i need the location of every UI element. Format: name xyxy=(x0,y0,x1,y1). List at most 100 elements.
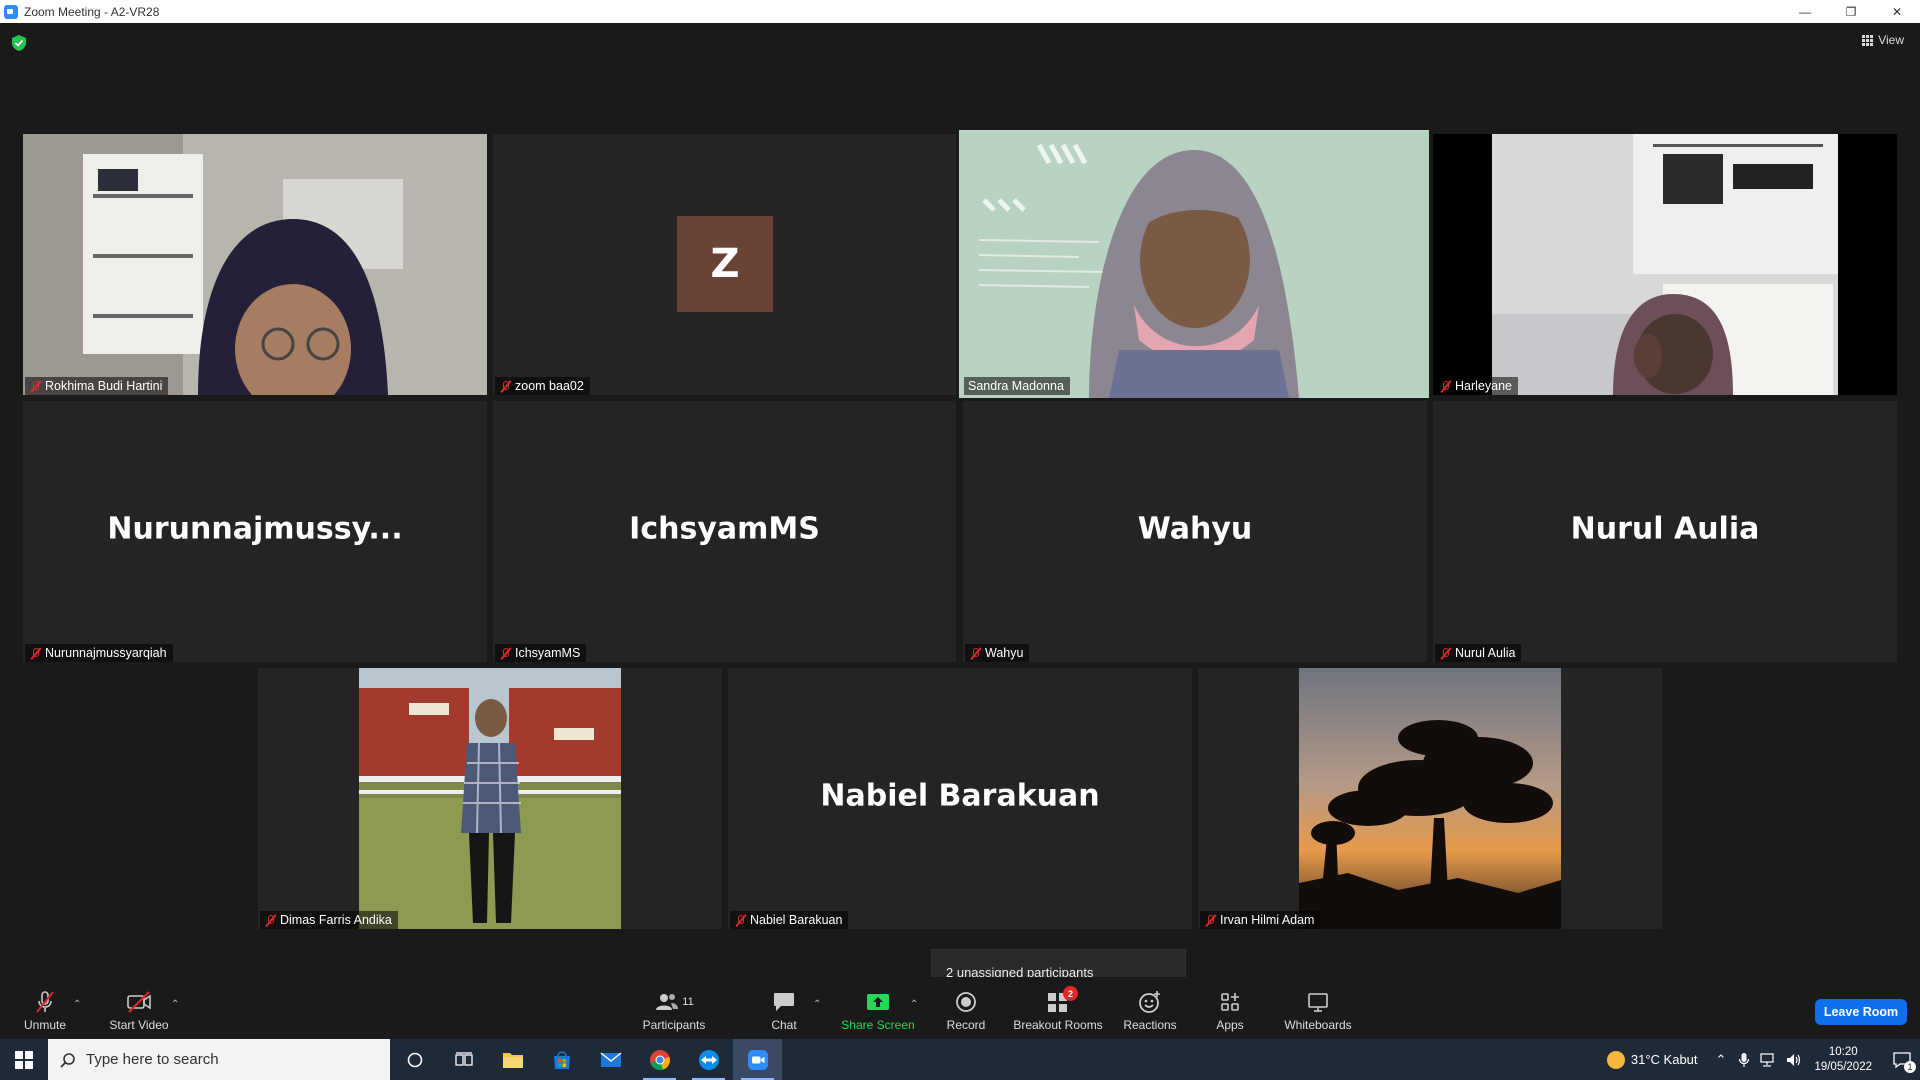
folder-icon xyxy=(502,1052,523,1068)
participant-tile[interactable]: Irvan Hilmi Adam xyxy=(1198,668,1662,929)
network-icon[interactable] xyxy=(1760,1052,1776,1067)
participant-name: Irvan Hilmi Adam xyxy=(1220,913,1315,927)
reactions-label: Reactions xyxy=(1123,1018,1177,1032)
chat-button[interactable]: Chat xyxy=(764,977,804,1039)
apps-button[interactable]: Apps xyxy=(1212,977,1248,1039)
participant-name-tag: IchsyamMS xyxy=(495,644,587,662)
notification-center-button[interactable]: 1 xyxy=(1884,1039,1920,1080)
video-options-caret[interactable]: ⌃ xyxy=(171,999,179,1010)
participant-tile[interactable]: Nurunnajmussy... Nurunnajmussyarqiah xyxy=(23,401,487,662)
participant-display-name: Nurul Aulia xyxy=(1570,511,1760,547)
clock-time: 10:20 xyxy=(1828,1045,1858,1058)
file-explorer-button[interactable] xyxy=(488,1039,537,1080)
share-screen-icon xyxy=(865,989,891,1015)
system-tray: 31°C Kabut ⌃ 10:20 19/05/2022 1 xyxy=(1606,1039,1920,1080)
participant-name-tag: Nabiel Barakuan xyxy=(730,911,849,929)
participants-button[interactable]: 11 Participants xyxy=(636,977,712,1039)
participant-name: IchsyamMS xyxy=(515,646,581,660)
share-screen-button[interactable]: Share Screen xyxy=(838,977,918,1039)
chevron-up-icon[interactable]: ⌃ xyxy=(1716,1052,1727,1068)
taskbar-clock[interactable]: 10:20 19/05/2022 xyxy=(1814,1045,1872,1075)
reactions-button[interactable]: Reactions xyxy=(1122,977,1178,1039)
grid-icon xyxy=(1862,34,1874,46)
meeting-area: View Rokhima Budi Hartini Z zoom baa02 S… xyxy=(0,23,1920,1039)
start-button[interactable] xyxy=(0,1039,48,1080)
unmute-label: Unmute xyxy=(23,1018,67,1032)
store-bag-icon xyxy=(553,1050,570,1069)
clock-date: 19/05/2022 xyxy=(1814,1060,1872,1073)
participant-name: Rokhima Budi Hartini xyxy=(45,379,163,393)
microsoft-store-button[interactable] xyxy=(537,1039,586,1080)
muted-mic-icon xyxy=(1204,914,1216,927)
participants-label: Participants xyxy=(642,1018,706,1032)
taskbar-search-input[interactable]: Type here to search xyxy=(48,1039,390,1080)
participant-name: Harleyane xyxy=(1455,379,1512,393)
participant-tile[interactable]: Harleyane xyxy=(1433,134,1897,395)
participant-name-tag: zoom baa02 xyxy=(495,377,590,395)
teamviewer-button[interactable] xyxy=(684,1039,733,1080)
record-icon xyxy=(953,989,979,1015)
start-video-button[interactable]: Start Video xyxy=(104,977,174,1039)
zoom-icon xyxy=(747,1049,768,1070)
muted-mic-icon xyxy=(969,647,981,660)
weather-sun-icon[interactable] xyxy=(1606,1050,1625,1069)
volume-icon[interactable] xyxy=(1786,1053,1802,1067)
participant-tile-active-speaker[interactable]: Sandra Madonna xyxy=(959,130,1429,398)
participant-name-tag: Sandra Madonna xyxy=(964,377,1070,395)
reactions-icon xyxy=(1137,989,1163,1015)
minimize-button[interactable]: — xyxy=(1782,0,1828,23)
muted-mic-icon xyxy=(29,380,41,393)
restore-button[interactable]: ❐ xyxy=(1828,0,1874,23)
participant-name: Sandra Madonna xyxy=(968,379,1064,393)
participants-count: 11 xyxy=(682,996,694,1008)
unmute-button[interactable]: Unmute xyxy=(20,977,70,1039)
participant-tile[interactable]: Rokhima Budi Hartini xyxy=(23,134,487,395)
share-screen-label: Share Screen xyxy=(841,1018,915,1032)
participant-tile[interactable]: IchsyamMS IchsyamMS xyxy=(493,401,956,662)
whiteboards-button[interactable]: Whiteboards xyxy=(1282,977,1354,1039)
mail-button[interactable] xyxy=(586,1039,635,1080)
view-label: View xyxy=(1878,33,1904,47)
task-view-icon xyxy=(454,1051,473,1066)
participant-tile[interactable]: Wahyu Wahyu xyxy=(963,401,1427,662)
breakout-rooms-icon: 2 xyxy=(1046,986,1078,1015)
participant-video xyxy=(1198,668,1662,929)
shield-check-icon[interactable] xyxy=(12,35,26,51)
zoom-taskbar-button[interactable] xyxy=(733,1039,782,1080)
muted-mic-icon xyxy=(734,914,746,927)
participant-tile[interactable]: Dimas Farris Andika xyxy=(258,668,722,929)
breakout-rooms-button[interactable]: 2 Breakout Rooms xyxy=(1012,977,1104,1039)
record-button[interactable]: Record xyxy=(942,977,990,1039)
teamviewer-icon xyxy=(698,1049,719,1070)
participant-name-tag: Dimas Farris Andika xyxy=(260,911,398,929)
chrome-button[interactable] xyxy=(635,1039,684,1080)
participant-name-tag: Harleyane xyxy=(1435,377,1518,395)
task-view-button[interactable] xyxy=(439,1039,488,1080)
participant-tile[interactable]: Nurul Aulia Nurul Aulia xyxy=(1433,401,1897,662)
mail-icon xyxy=(600,1051,621,1067)
view-button[interactable]: View xyxy=(1862,33,1904,47)
leave-room-button[interactable]: Leave Room xyxy=(1815,999,1907,1025)
participant-tile[interactable]: Nabiel Barakuan Nabiel Barakuan xyxy=(728,668,1192,929)
participant-display-name: Nabiel Barakuan xyxy=(820,778,1100,814)
muted-mic-icon xyxy=(1439,647,1451,660)
chat-label: Chat xyxy=(771,1018,797,1032)
microphone-icon[interactable] xyxy=(1738,1052,1750,1068)
participant-tile[interactable]: Z zoom baa02 xyxy=(493,134,956,395)
audio-options-caret[interactable]: ⌃ xyxy=(73,999,81,1010)
cortana-button[interactable] xyxy=(390,1039,439,1080)
weather-text[interactable]: 31°C Kabut xyxy=(1631,1052,1698,1067)
muted-mic-icon xyxy=(499,380,511,393)
apps-icon xyxy=(1218,989,1242,1015)
search-placeholder: Type here to search xyxy=(86,1051,219,1068)
share-options-caret[interactable]: ⌃ xyxy=(910,999,918,1010)
participant-name: Dimas Farris Andika xyxy=(280,913,392,927)
participant-name: Nurunnajmussyarqiah xyxy=(45,646,167,660)
chrome-icon xyxy=(649,1049,670,1070)
close-button[interactable]: ✕ xyxy=(1874,0,1920,23)
muted-mic-icon xyxy=(264,914,276,927)
record-label: Record xyxy=(946,1018,986,1032)
chat-options-caret[interactable]: ⌃ xyxy=(813,999,821,1010)
muted-mic-icon xyxy=(499,647,511,660)
window-titlebar: Zoom Meeting - A2-VR28 — ❐ ✕ xyxy=(0,0,1920,23)
